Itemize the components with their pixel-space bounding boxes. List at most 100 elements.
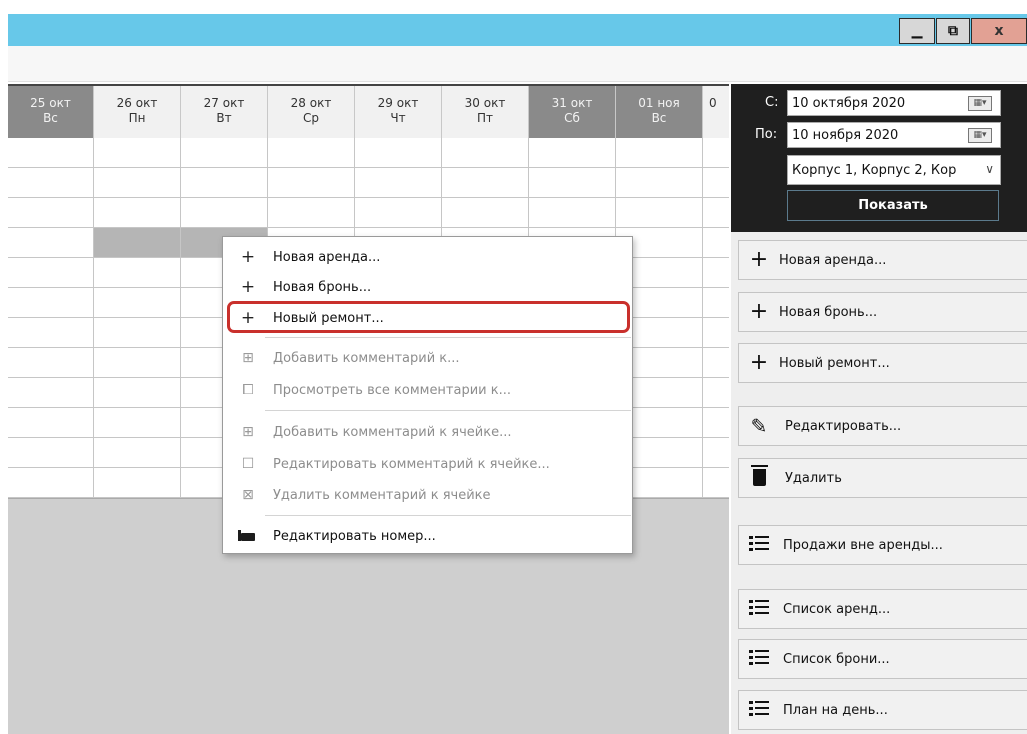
calendar-icon[interactable]: ▦▾ [968, 128, 992, 143]
maximize-button[interactable]: ⧉ [936, 18, 970, 44]
menu-item-new-rent[interactable]: + Новая аренда... [223, 242, 632, 272]
booking-list-button[interactable]: Список брони... [738, 639, 1027, 679]
grid-cell[interactable] [703, 408, 729, 437]
grid-cell[interactable] [8, 348, 94, 377]
grid-cell[interactable] [8, 138, 94, 167]
grid-cell[interactable] [8, 258, 94, 287]
sales-outside-rent-button[interactable]: Продажи вне аренды... [738, 525, 1027, 565]
calendar-icon[interactable]: ▦▾ [968, 96, 992, 111]
menu-item-label: Редактировать номер... [273, 528, 436, 544]
rent-list-button[interactable]: Список аренд... [738, 589, 1027, 629]
date-column-header[interactable]: 27 окт Вт [181, 86, 268, 138]
grid-cell[interactable] [703, 168, 729, 197]
delete-button[interactable]: Удалить [738, 458, 1027, 498]
new-booking-button[interactable]: + Новая бронь... [738, 292, 1027, 332]
grid-cell[interactable] [355, 198, 442, 227]
grid-cell[interactable] [181, 168, 268, 197]
menu-item-delete-cell-comment[interactable]: ⊠ Удалить комментарий к ячейке [223, 480, 632, 510]
date-column-header-partial[interactable]: 0 [703, 86, 729, 138]
menu-item-view-comments[interactable]: ⧠ Просмотреть все комментарии к... [223, 375, 632, 405]
grid-cell[interactable] [94, 438, 181, 467]
new-repair-button[interactable]: + Новый ремонт... [738, 343, 1027, 383]
grid-cell[interactable] [703, 138, 729, 167]
plus-icon: + [240, 277, 256, 297]
grid-cell[interactable] [8, 408, 94, 437]
grid-cell[interactable] [181, 138, 268, 167]
from-date-value: 10 октября 2020 [792, 95, 906, 111]
grid-cell[interactable] [94, 258, 181, 287]
show-button[interactable]: Показать [787, 190, 999, 221]
grid-cell[interactable] [94, 168, 181, 197]
grid-cell[interactable] [268, 198, 355, 227]
weekday-label: Чт [390, 111, 406, 125]
comment-add-icon: ⊞ [242, 350, 254, 366]
grid-cell[interactable] [703, 228, 729, 257]
menu-item-label: Добавить комментарий к ячейке... [273, 424, 512, 440]
date-column-header[interactable]: 25 окт Вс [8, 86, 94, 138]
grid-cell[interactable] [703, 378, 729, 407]
grid-cell[interactable] [94, 348, 181, 377]
grid-cell[interactable] [703, 198, 729, 227]
grid-cell[interactable] [703, 348, 729, 377]
menu-item-edit-cell-comment[interactable]: ☐ Редактировать комментарий к ячейке... [223, 449, 632, 479]
grid-cell[interactable] [94, 228, 181, 257]
grid-cell[interactable] [442, 168, 529, 197]
edit-button[interactable]: ✎ Редактировать... [738, 406, 1027, 446]
date-column-header[interactable]: 26 окт Пн [94, 86, 181, 138]
menu-item-new-repair[interactable]: + Новый ремонт... [223, 303, 632, 333]
grid-cell[interactable] [8, 438, 94, 467]
filter-panel: С: 10 октября 2020 ▦▾ По: 10 ноября 2020… [731, 84, 1027, 232]
menu-item-new-booking[interactable]: + Новая бронь... [223, 272, 632, 302]
grid-cell[interactable] [268, 168, 355, 197]
to-date-field[interactable]: 10 ноября 2020 ▦▾ [787, 122, 1001, 148]
grid-cell[interactable] [94, 138, 181, 167]
restore-icon: ⧉ [948, 23, 958, 39]
grid-cell[interactable] [8, 288, 94, 317]
grid-cell[interactable] [616, 168, 703, 197]
grid-cell[interactable] [8, 378, 94, 407]
day-plan-button[interactable]: План на день... [738, 690, 1027, 730]
grid-cell[interactable] [529, 198, 616, 227]
date-column-header[interactable]: 30 окт Пт [442, 86, 529, 138]
grid-cell[interactable] [94, 198, 181, 227]
grid-cell[interactable] [703, 258, 729, 287]
grid-cell[interactable] [442, 138, 529, 167]
grid-cell[interactable] [94, 378, 181, 407]
grid-cell[interactable] [268, 138, 355, 167]
menu-item-add-cell-comment[interactable]: ⊞ Добавить комментарий к ячейке... [223, 417, 632, 447]
date-column-header[interactable]: 28 окт Ср [268, 86, 355, 138]
weekday-label: Ср [303, 111, 319, 125]
grid-cell[interactable] [94, 408, 181, 437]
new-rent-button[interactable]: + Новая аренда... [738, 240, 1027, 280]
grid-cell[interactable] [616, 198, 703, 227]
from-date-field[interactable]: 10 октября 2020 ▦▾ [787, 90, 1001, 116]
grid-cell[interactable] [8, 198, 94, 227]
grid-cell[interactable] [94, 318, 181, 347]
grid-cell[interactable] [8, 318, 94, 347]
menu-item-add-comment[interactable]: ⊞ Добавить комментарий к... [223, 343, 632, 373]
date-column-header[interactable]: 29 окт Чт [355, 86, 442, 138]
grid-cell[interactable] [703, 468, 729, 497]
grid-cell[interactable] [529, 138, 616, 167]
menu-item-label: Редактировать комментарий к ячейке... [273, 456, 550, 472]
grid-cell[interactable] [703, 438, 729, 467]
grid-cell[interactable] [8, 168, 94, 197]
grid-cell[interactable] [94, 288, 181, 317]
minimize-button[interactable]: ▁ [899, 18, 935, 44]
grid-cell[interactable] [442, 198, 529, 227]
grid-cell[interactable] [8, 228, 94, 257]
grid-cell[interactable] [94, 468, 181, 497]
grid-cell[interactable] [181, 198, 268, 227]
date-column-header[interactable]: 31 окт Сб [529, 86, 616, 138]
grid-cell[interactable] [355, 138, 442, 167]
menu-item-edit-room[interactable]: Редактировать номер... [223, 521, 632, 551]
grid-cell[interactable] [529, 168, 616, 197]
close-button[interactable]: x [971, 18, 1027, 44]
grid-cell[interactable] [355, 168, 442, 197]
date-column-header[interactable]: 01 ноя Вс [616, 86, 703, 138]
grid-cell[interactable] [703, 318, 729, 347]
grid-cell[interactable] [703, 288, 729, 317]
building-select[interactable]: Корпус 1, Корпус 2, Кор ∨ [787, 155, 1001, 185]
grid-cell[interactable] [616, 138, 703, 167]
grid-cell[interactable] [8, 468, 94, 497]
